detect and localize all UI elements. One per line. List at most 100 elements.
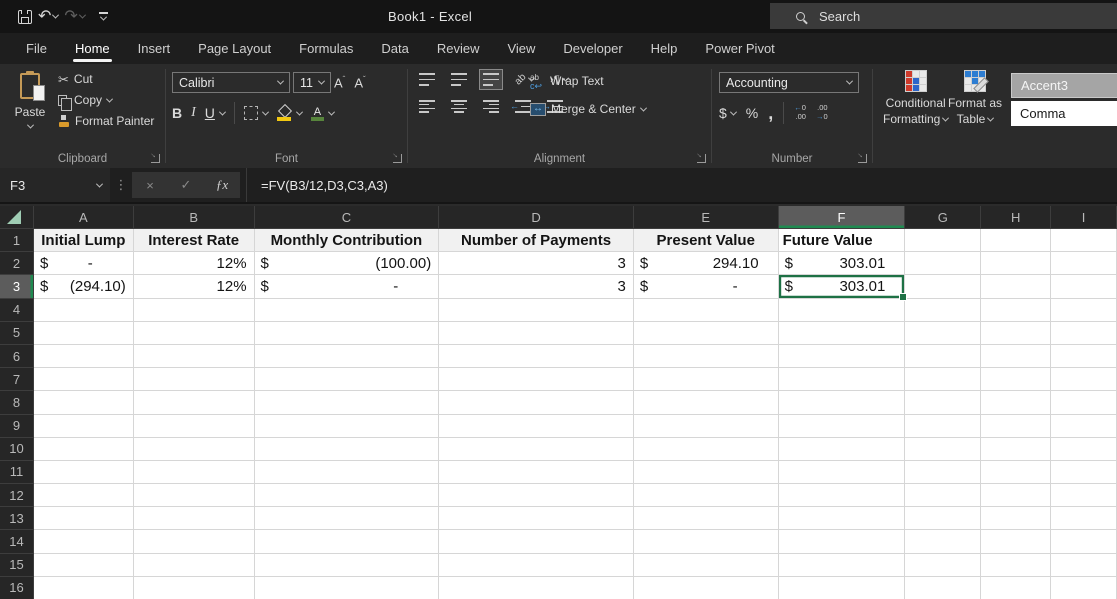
cell-F12[interactable] [779,484,906,507]
cell-H12[interactable] [981,484,1051,507]
cell-I2[interactable] [1051,252,1117,275]
cell-C5[interactable] [255,322,440,345]
cell-G15[interactable] [905,554,981,577]
increase-decimal-button[interactable]: ←0.00 [794,104,806,121]
cell-F10[interactable] [779,438,906,461]
cell-F3[interactable]: $303.01 [779,275,906,298]
cell-G5[interactable] [905,322,981,345]
cell-D9[interactable] [439,415,634,438]
cell-B16[interactable] [134,577,255,599]
cell-H5[interactable] [981,322,1051,345]
name-box[interactable]: F3 [0,168,110,202]
row-header-8[interactable]: 8 [0,391,34,414]
decrease-decimal-button[interactable]: .00→0 [816,104,828,121]
cell-I1[interactable] [1051,229,1117,252]
cell-G9[interactable] [905,415,981,438]
cell-F15[interactable] [779,554,906,577]
tab-help[interactable]: Help [637,33,692,64]
cell-I9[interactable] [1051,415,1117,438]
fill-color-button[interactable] [277,106,302,121]
borders-button[interactable] [244,106,268,120]
cut-button[interactable]: ✂Cut [58,72,154,86]
cell-H3[interactable] [981,275,1051,298]
increase-font-size-button[interactable]: Aˆ [334,75,351,90]
cell-D11[interactable] [439,461,634,484]
formula-input[interactable]: =FV(B3/12,D3,C3,A3) [246,168,1117,202]
cell-A6[interactable] [34,345,134,368]
cell-C16[interactable] [255,577,440,599]
cell-E1[interactable]: Present Value [634,229,779,252]
cell-F11[interactable] [779,461,906,484]
cell-C1[interactable]: Monthly Contribution [255,229,440,252]
cell-B3[interactable]: 12% [134,275,255,298]
undo-button[interactable]: ↶ [38,9,58,25]
wrap-text-button[interactable]: abc↩Wrap Text [530,74,646,88]
cell-A8[interactable] [34,391,134,414]
underline-button[interactable]: U [205,105,225,121]
cell-A12[interactable] [34,484,134,507]
cell-A16[interactable] [34,577,134,599]
cell-E8[interactable] [634,391,779,414]
cell-G10[interactable] [905,438,981,461]
column-header-D[interactable]: D [439,206,634,229]
cell-F6[interactable] [779,345,906,368]
cell-style-accent3[interactable]: Accent3 [1011,73,1117,98]
cell-D7[interactable] [439,368,634,391]
row-header-3[interactable]: 3 [0,275,34,298]
column-header-H[interactable]: H [981,206,1051,229]
cell-G7[interactable] [905,368,981,391]
cell-E13[interactable] [634,507,779,530]
cell-G2[interactable] [905,252,981,275]
cell-F16[interactable] [779,577,906,599]
cell-E6[interactable] [634,345,779,368]
cell-A2[interactable]: $- [34,252,134,275]
column-header-A[interactable]: A [34,206,134,229]
cell-E3[interactable]: $- [634,275,779,298]
cell-I16[interactable] [1051,577,1117,599]
tab-page-layout[interactable]: Page Layout [184,33,285,64]
cell-A7[interactable] [34,368,134,391]
cell-B4[interactable] [134,299,255,322]
cell-G14[interactable] [905,530,981,553]
tab-file[interactable]: File [12,33,61,64]
cell-F13[interactable] [779,507,906,530]
cell-H9[interactable] [981,415,1051,438]
row-header-10[interactable]: 10 [0,438,34,461]
cell-I13[interactable] [1051,507,1117,530]
cell-H6[interactable] [981,345,1051,368]
save-button[interactable] [18,10,32,24]
cancel-button[interactable]: × [132,178,168,193]
cell-style-comma[interactable]: Comma [1011,101,1117,126]
cell-H4[interactable] [981,299,1051,322]
cell-D5[interactable] [439,322,634,345]
cell-B12[interactable] [134,484,255,507]
cell-D13[interactable] [439,507,634,530]
enter-button[interactable]: ✓ [168,177,204,193]
row-header-11[interactable]: 11 [0,461,34,484]
select-all-button[interactable] [0,206,34,229]
cell-F2[interactable]: $303.01 [779,252,906,275]
cell-F7[interactable] [779,368,906,391]
cell-A10[interactable] [34,438,134,461]
top-align-button[interactable] [416,70,438,89]
font-size-select[interactable]: 11 [293,72,331,93]
cell-D15[interactable] [439,554,634,577]
insert-function-button[interactable]: ƒx [204,177,240,193]
cell-C14[interactable] [255,530,440,553]
italic-button[interactable]: I [191,105,196,121]
merge-center-button[interactable]: Merge & Center [530,102,646,116]
tab-review[interactable]: Review [423,33,494,64]
tab-home[interactable]: Home [61,33,124,64]
cell-B14[interactable] [134,530,255,553]
format-painter-button[interactable]: Format Painter [58,114,154,128]
cell-I7[interactable] [1051,368,1117,391]
column-header-I[interactable]: I [1051,206,1117,229]
cell-I3[interactable] [1051,275,1117,298]
cell-G13[interactable] [905,507,981,530]
cell-E5[interactable] [634,322,779,345]
cell-B2[interactable]: 12% [134,252,255,275]
cell-A9[interactable] [34,415,134,438]
redo-button[interactable]: ↷ [64,9,84,25]
align-right-button[interactable] [480,97,502,116]
cell-C13[interactable] [255,507,440,530]
